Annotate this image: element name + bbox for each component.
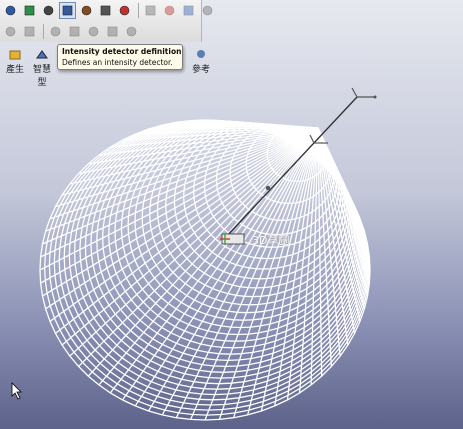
view-icon bbox=[5, 26, 16, 37]
rotate-icon bbox=[202, 5, 213, 16]
smart-dimension-icon bbox=[36, 50, 48, 59]
shade-icon bbox=[50, 26, 61, 37]
optical-surface-button[interactable] bbox=[21, 2, 38, 19]
filter-icon bbox=[100, 5, 111, 16]
paint-button[interactable] bbox=[161, 2, 178, 19]
ray-trace-icon bbox=[5, 5, 16, 16]
sketch-origin-label: 3D草圖 bbox=[252, 234, 290, 247]
tooltip: Intensity detector definition Defines an… bbox=[57, 44, 183, 70]
settings-button[interactable] bbox=[104, 23, 121, 40]
pan-icon bbox=[69, 26, 80, 37]
view-button[interactable] bbox=[2, 23, 19, 40]
list-button[interactable] bbox=[21, 23, 38, 40]
source-button[interactable] bbox=[116, 2, 133, 19]
optical-toolbar bbox=[0, 0, 213, 42]
display-button[interactable] bbox=[85, 23, 102, 40]
grid-detector-button[interactable] bbox=[78, 2, 95, 19]
tooltip-description: Defines an intensity detector. bbox=[62, 58, 173, 67]
pan-button[interactable] bbox=[66, 23, 83, 40]
reference-icon bbox=[197, 50, 205, 58]
optical-surface-icon bbox=[24, 5, 35, 16]
box-icon bbox=[126, 26, 137, 37]
mesh-meridian bbox=[317, 127, 370, 258]
smart-dimension-button[interactable]: 智慧型 bbox=[29, 48, 55, 88]
display-icon bbox=[88, 26, 99, 37]
reference-geometry-button[interactable]: 參考 bbox=[188, 48, 214, 75]
axis-icon bbox=[183, 5, 194, 16]
toolbar-row-1 bbox=[2, 1, 218, 20]
origin-triad-icon bbox=[220, 233, 245, 245]
material-icon bbox=[145, 5, 156, 16]
toolbar-separator bbox=[43, 24, 44, 39]
paraboloid-mesh bbox=[39, 119, 371, 421]
shade-button[interactable] bbox=[47, 23, 64, 40]
toolbar-row-2 bbox=[2, 22, 142, 41]
grid-detector-icon bbox=[81, 5, 92, 16]
mesh-meridian bbox=[45, 127, 319, 310]
material-button[interactable] bbox=[142, 2, 159, 19]
lens-button[interactable] bbox=[40, 2, 57, 19]
ray-trace-button[interactable] bbox=[2, 2, 19, 19]
lens-icon bbox=[43, 5, 54, 16]
settings-icon bbox=[107, 26, 118, 37]
mouse-cursor-icon bbox=[11, 382, 22, 400]
tooltip-title: Intensity detector definition bbox=[62, 47, 182, 56]
create-sheetmetal-button[interactable]: 產生 bbox=[2, 48, 28, 75]
sheetmetal-icon bbox=[9, 50, 21, 60]
rotate-button[interactable] bbox=[199, 2, 216, 19]
source-icon bbox=[119, 5, 130, 16]
box-button[interactable] bbox=[123, 23, 140, 40]
paint-icon bbox=[164, 5, 175, 16]
toolbar-separator bbox=[138, 3, 139, 18]
intensity-detector-icon bbox=[62, 5, 73, 16]
axis-button[interactable] bbox=[180, 2, 197, 19]
filter-button[interactable] bbox=[97, 2, 114, 19]
intensity-detector-button[interactable] bbox=[59, 2, 76, 19]
list-icon bbox=[24, 26, 35, 37]
